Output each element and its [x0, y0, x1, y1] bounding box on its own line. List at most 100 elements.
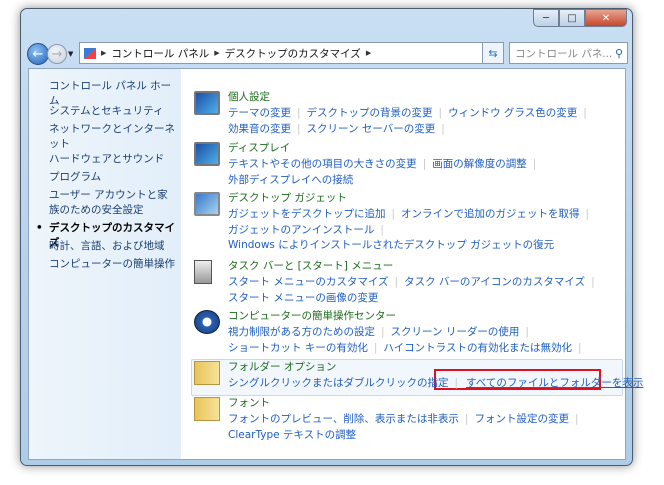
link-separator: |: [297, 122, 301, 135]
task-link[interactable]: フォントのプレビュー、削除、表示または非表示: [228, 413, 459, 425]
section-title-personalization[interactable]: 個人設定: [228, 89, 270, 104]
link-row: ガジェットをデスクトップに追加 | オンラインで追加のガジェットを取得 |: [228, 206, 595, 221]
section-title-fonts[interactable]: フォント: [228, 395, 270, 410]
display-icon[interactable]: [194, 142, 220, 166]
link-row: 効果音の変更 | スクリーン セーバーの変更 |: [228, 121, 451, 136]
close-button[interactable]: ✕: [585, 9, 627, 27]
link-separator: |: [464, 413, 469, 425]
sidebar-item-user-accounts[interactable]: ユーザー アカウントと家族のための安全設定: [49, 188, 177, 218]
content-area: コントロール パネル ホーム システムとセキュリティ ネットワークとインターネッ…: [28, 68, 643, 460]
task-link[interactable]: デスクトップの背景の変更: [307, 107, 433, 119]
address-bar[interactable]: ▶ コントロール パネル ▶ デスクトップのカスタマイズ ▶ ▼: [79, 42, 497, 64]
task-link[interactable]: フォント設定の変更: [474, 413, 569, 425]
search-input[interactable]: コントロール パネ... ⚲: [509, 42, 628, 64]
link-row: スタート メニューの画像の変更: [228, 290, 378, 305]
link-row: ショートカット キーの有効化 | ハイコントラストの有効化または無効化 |: [228, 340, 588, 355]
task-link[interactable]: ハイコントラストの有効化または無効化: [383, 342, 572, 354]
task-link[interactable]: オンラインで追加のガジェットを取得: [401, 208, 580, 220]
task-link[interactable]: ウィンドウ グラス色の変更: [448, 107, 577, 119]
link-separator: |: [422, 158, 427, 170]
personalization-icon[interactable]: [194, 91, 220, 115]
forward-button[interactable]: →: [47, 44, 67, 64]
sidebar-item-ease-of-access[interactable]: コンピューターの簡単操作: [49, 257, 175, 272]
section-title-ease-of-access-center[interactable]: コンピューターの簡単操作センター: [228, 308, 396, 323]
sidebar-item-clock-language[interactable]: 時計、言語、および地域: [49, 239, 165, 254]
task-link[interactable]: 効果音の変更: [228, 123, 291, 135]
maximize-button[interactable]: □: [559, 9, 585, 27]
link-separator: |: [585, 208, 590, 220]
link-row: テキストやその他の項目の大きさの変更 | 画面の解像度の調整 |: [228, 156, 542, 171]
section-title-taskbar-start-menu[interactable]: タスク バーと [スタート] メニュー: [228, 258, 393, 273]
desktop-gadgets-icon[interactable]: [194, 192, 220, 216]
breadcrumb-control-panel[interactable]: コントロール パネル: [111, 46, 209, 61]
task-link[interactable]: すべてのファイルとフォルダーを表示: [466, 377, 643, 389]
link-separator: |: [583, 107, 587, 119]
task-link[interactable]: 視力制限がある方のための設定: [228, 326, 375, 338]
task-link[interactable]: スクリーン リーダーの使用: [391, 326, 520, 338]
minimize-button[interactable]: ─: [533, 9, 559, 27]
task-link[interactable]: ClearType テキストの調整: [228, 429, 356, 441]
search-icon[interactable]: ⚲: [615, 47, 623, 60]
task-link[interactable]: テキストやその他の項目の大きさの変更: [228, 158, 417, 170]
link-separator: |: [391, 208, 396, 220]
folder-options-icon[interactable]: [194, 361, 220, 385]
window-controls: ─ □ ✕: [533, 9, 627, 27]
breadcrumb-separator-icon[interactable]: ▶: [214, 49, 219, 57]
control-panel-window: ─ □ ✕ ← → ▼ ▶ コントロール パネル ▶ デスクトップのカスタマイズ…: [20, 8, 643, 466]
sidebar: コントロール パネル ホーム システムとセキュリティ ネットワークとインターネッ…: [29, 69, 181, 459]
link-separator: |: [381, 326, 385, 338]
task-link[interactable]: 外部ディスプレイへの接続: [228, 174, 353, 186]
link-separator: |: [438, 107, 443, 119]
task-link[interactable]: テーマの変更: [228, 107, 291, 119]
refresh-icon: ⇆: [488, 46, 498, 60]
link-separator: |: [297, 107, 301, 119]
sidebar-item-network[interactable]: ネットワークとインターネット: [49, 122, 181, 152]
recent-pages-dropdown-icon[interactable]: ▼: [68, 50, 73, 58]
task-link[interactable]: シングルクリックまたはダブルクリックの指定: [228, 377, 449, 389]
link-separator: |: [591, 276, 595, 288]
link-row: 視力制限がある方のための設定 | スクリーン リーダーの使用 |: [228, 324, 535, 339]
section-title-desktop-gadgets[interactable]: デスクトップ ガジェット: [228, 190, 347, 205]
section-title-folder-options[interactable]: フォルダー オプション: [228, 359, 336, 374]
task-link[interactable]: タスク バーのアイコンのカスタマイズ: [404, 276, 585, 288]
back-arrow-icon: ←: [32, 46, 44, 62]
fonts-icon[interactable]: [194, 397, 220, 421]
link-row: 外部ディスプレイへの接続: [228, 172, 353, 187]
task-link[interactable]: ショートカット キーの有効化: [228, 342, 368, 354]
link-row: Windows によりインストールされたデスクトップ ガジェットの復元: [228, 237, 554, 252]
section-title-display[interactable]: ディスプレイ: [228, 140, 290, 155]
link-row: フォントのプレビュー、削除、表示または非表示 | フォント設定の変更 |: [228, 411, 585, 426]
task-link[interactable]: 画面の解像度の調整: [432, 158, 527, 170]
breadcrumb-appearance[interactable]: デスクトップのカスタマイズ: [225, 46, 361, 61]
sidebar-item-programs[interactable]: プログラム: [49, 170, 101, 185]
ease-of-access-center-icon[interactable]: [194, 310, 220, 334]
link-separator: |: [574, 413, 579, 425]
current-bullet: •: [36, 222, 43, 234]
link-separator: |: [577, 341, 582, 354]
sidebar-item-hardware-sound[interactable]: ハードウェアとサウンド: [49, 152, 164, 167]
task-link[interactable]: Windows によりインストールされたデスクトップ ガジェットの復元: [228, 239, 554, 251]
task-link[interactable]: スクリーン セーバーの変更: [307, 123, 436, 135]
link-row: ClearType テキストの調整: [228, 427, 356, 442]
breadcrumb-separator-icon[interactable]: ▶: [101, 49, 106, 57]
link-separator: |: [380, 223, 384, 236]
link-row: テーマの変更 | デスクトップの背景の変更 | ウィンドウ グラス色の変更 |: [228, 105, 593, 120]
refresh-button[interactable]: ⇆: [482, 42, 504, 64]
link-separator: |: [532, 158, 537, 170]
navigation-buttons: ← → ▼: [27, 43, 73, 65]
task-link[interactable]: ガジェットのアンインストール: [228, 224, 374, 236]
back-button[interactable]: ←: [27, 43, 49, 65]
link-row: ガジェットのアンインストール |: [228, 222, 390, 237]
task-link[interactable]: スタート メニューの画像の変更: [228, 292, 378, 304]
link-row: シングルクリックまたはダブルクリックの指定 | すべてのファイルとフォルダーを表示: [228, 375, 643, 390]
forward-arrow-icon: →: [51, 46, 63, 62]
link-separator: |: [373, 341, 378, 354]
link-separator: |: [525, 326, 529, 338]
control-panel-icon: [84, 47, 96, 59]
link-separator: |: [454, 377, 459, 389]
task-link[interactable]: スタート メニューのカスタマイズ: [228, 276, 389, 288]
breadcrumb-separator-icon[interactable]: ▶: [366, 49, 371, 57]
sidebar-item-system-security[interactable]: システムとセキュリティ: [49, 104, 164, 119]
task-link[interactable]: ガジェットをデスクトップに追加: [228, 208, 386, 220]
taskbar-start-menu-icon[interactable]: [194, 260, 212, 284]
